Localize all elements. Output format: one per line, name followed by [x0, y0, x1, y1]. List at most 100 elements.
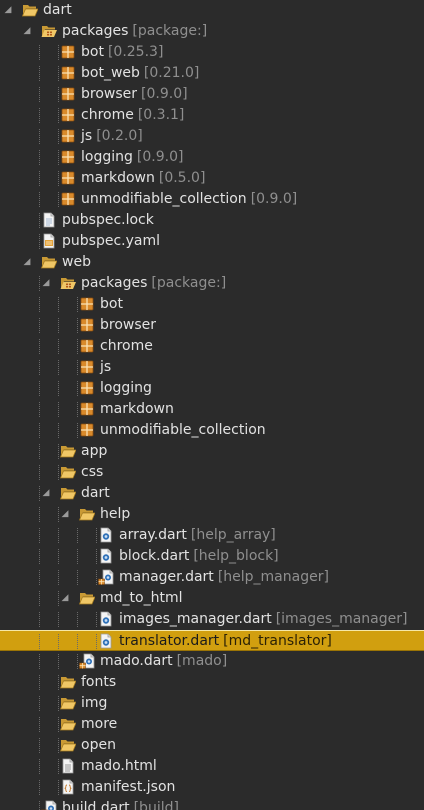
indent-guide: [77, 570, 78, 585]
tree-row-browser[interactable]: browser [0.9.0]: [0, 84, 424, 105]
tree-row-dart[interactable]: ◢ dart: [0, 483, 424, 504]
tree-item-label: browser: [81, 86, 138, 102]
tree-row-chrome[interactable]: chrome [0.3.1]: [0, 105, 424, 126]
indent-guide: [58, 612, 59, 627]
tree-row-help[interactable]: ◢ help: [0, 504, 424, 525]
tree-item-label: logging: [100, 380, 152, 396]
tree-row-markdown[interactable]: markdown: [0, 399, 424, 420]
collapse-toggle-icon[interactable]: ◢: [2, 0, 14, 21]
tree-row-mado-dart[interactable]: mado.dart [mado]: [0, 651, 424, 672]
tree-row-web[interactable]: ◢ web: [0, 252, 424, 273]
tree-row-packages[interactable]: ◢ packages [package:]: [0, 273, 424, 294]
indent-guide: [58, 528, 59, 543]
tree-row-chrome[interactable]: chrome: [0, 336, 424, 357]
indent-guide: [58, 634, 59, 649]
indent-guide: [39, 108, 40, 123]
indent-guide: [39, 129, 40, 144]
tree-row-bot[interactable]: bot [0.25.3]: [0, 42, 424, 63]
tree-item-text: chrome: [100, 336, 153, 357]
folder-open-icon: [60, 737, 76, 753]
tree-row-build-dart[interactable]: build.dart [build]: [0, 798, 424, 810]
tree-row-md-to-html[interactable]: ◢ md_to_html: [0, 588, 424, 609]
tree-row-manifest-json[interactable]: manifest.json: [0, 777, 424, 798]
tree-row-array-dart[interactable]: array.dart [help_array]: [0, 525, 424, 546]
folder-open-icon: [41, 254, 57, 270]
tree-row-dart[interactable]: ◢ dart: [0, 0, 424, 21]
package-icon: [60, 170, 76, 186]
tree-item-label: array.dart: [119, 527, 187, 543]
tree-row-css[interactable]: css: [0, 462, 424, 483]
indent-guide: [39, 591, 40, 606]
collapse-toggle-icon[interactable]: ◢: [59, 504, 71, 525]
folder-open-icon: [79, 590, 95, 606]
tree-row-pubspec-lock[interactable]: pubspec.lock: [0, 210, 424, 231]
indent-guide: [39, 339, 40, 354]
collapse-toggle-icon[interactable]: ◢: [59, 588, 71, 609]
indent-guide: [58, 318, 59, 333]
indent-guide: [58, 150, 59, 165]
indent-guide: [96, 528, 97, 543]
tree-item-text: help: [100, 504, 130, 525]
tree-row-unmodifiable-collection[interactable]: unmodifiable_collection: [0, 420, 424, 441]
tree-row-block-dart[interactable]: block.dart [help_block]: [0, 546, 424, 567]
tree-row-pubspec-yaml[interactable]: pubspec.yaml: [0, 231, 424, 252]
tree-item-decoration: [help_array]: [190, 527, 276, 543]
package-icon: [60, 149, 76, 165]
tree-item-decoration: [md_translator]: [223, 633, 332, 649]
tree-row-logging[interactable]: logging: [0, 378, 424, 399]
tree-item-text: unmodifiable_collection [0.9.0]: [81, 189, 297, 210]
indent-guide: [39, 634, 40, 649]
tree-row-packages[interactable]: ◢ packages [package:]: [0, 21, 424, 42]
indent-guide: [77, 528, 78, 543]
tree-item-text: web: [62, 252, 91, 273]
indent-guide: [96, 549, 97, 564]
tree-item-text: browser: [100, 315, 156, 336]
indent-guide: [39, 780, 40, 795]
tree-item-text: chrome [0.3.1]: [81, 105, 184, 126]
package-icon: [60, 107, 76, 123]
indent-guide: [39, 87, 40, 102]
folder-open-icon: [60, 695, 76, 711]
tree-item-text: array.dart [help_array]: [119, 525, 276, 546]
tree-row-more[interactable]: more: [0, 714, 424, 735]
tree-row-img[interactable]: img: [0, 693, 424, 714]
collapse-toggle-icon[interactable]: ◢: [40, 483, 52, 504]
tree-item-label: bot: [81, 44, 104, 60]
package-icon: [79, 296, 95, 312]
folder-open-icon: [60, 716, 76, 732]
tree-row-mado-html[interactable]: mado.html: [0, 756, 424, 777]
indent-guide: [58, 780, 59, 795]
package-icon: [79, 422, 95, 438]
tree-row-open[interactable]: open: [0, 735, 424, 756]
tree-row-bot[interactable]: bot: [0, 294, 424, 315]
tree-item-decoration: [0.25.3]: [107, 44, 164, 60]
tree-row-js[interactable]: js [0.2.0]: [0, 126, 424, 147]
indent-guide: [39, 465, 40, 480]
tree-row-images-manager-dart[interactable]: images_manager.dart [images_manager]: [0, 609, 424, 630]
tree-row-markdown[interactable]: markdown [0.5.0]: [0, 168, 424, 189]
indent-guide: [58, 192, 59, 207]
tree-row-unmodifiable-collection[interactable]: unmodifiable_collection [0.9.0]: [0, 189, 424, 210]
tree-row-browser[interactable]: browser: [0, 315, 424, 336]
tree-row-logging[interactable]: logging [0.9.0]: [0, 147, 424, 168]
tree-item-decoration: [0.2.0]: [96, 128, 143, 144]
tree-row-bot-web[interactable]: bot_web [0.21.0]: [0, 63, 424, 84]
indent-guide: [58, 171, 59, 186]
tree-item-text: js: [100, 357, 111, 378]
tree-row-manager-dart[interactable]: manager.dart [help_manager]: [0, 567, 424, 588]
tree-item-label: img: [81, 695, 108, 711]
indent-guide: [39, 549, 40, 564]
tree-row-translator-dart[interactable]: translator.dart [md_translator]: [0, 630, 424, 651]
collapse-toggle-icon[interactable]: ◢: [40, 273, 52, 294]
indent-guide: [58, 339, 59, 354]
collapse-toggle-icon[interactable]: ◢: [21, 21, 33, 42]
tree-item-text: logging [0.9.0]: [81, 147, 183, 168]
indent-guide: [39, 66, 40, 81]
tree-row-fonts[interactable]: fonts: [0, 672, 424, 693]
folder-open-icon: [60, 464, 76, 480]
folder-open-icon: [60, 485, 76, 501]
collapse-toggle-icon[interactable]: ◢: [21, 252, 33, 273]
tree-row-app[interactable]: app: [0, 441, 424, 462]
indent-guide: [58, 297, 59, 312]
tree-row-js[interactable]: js: [0, 357, 424, 378]
